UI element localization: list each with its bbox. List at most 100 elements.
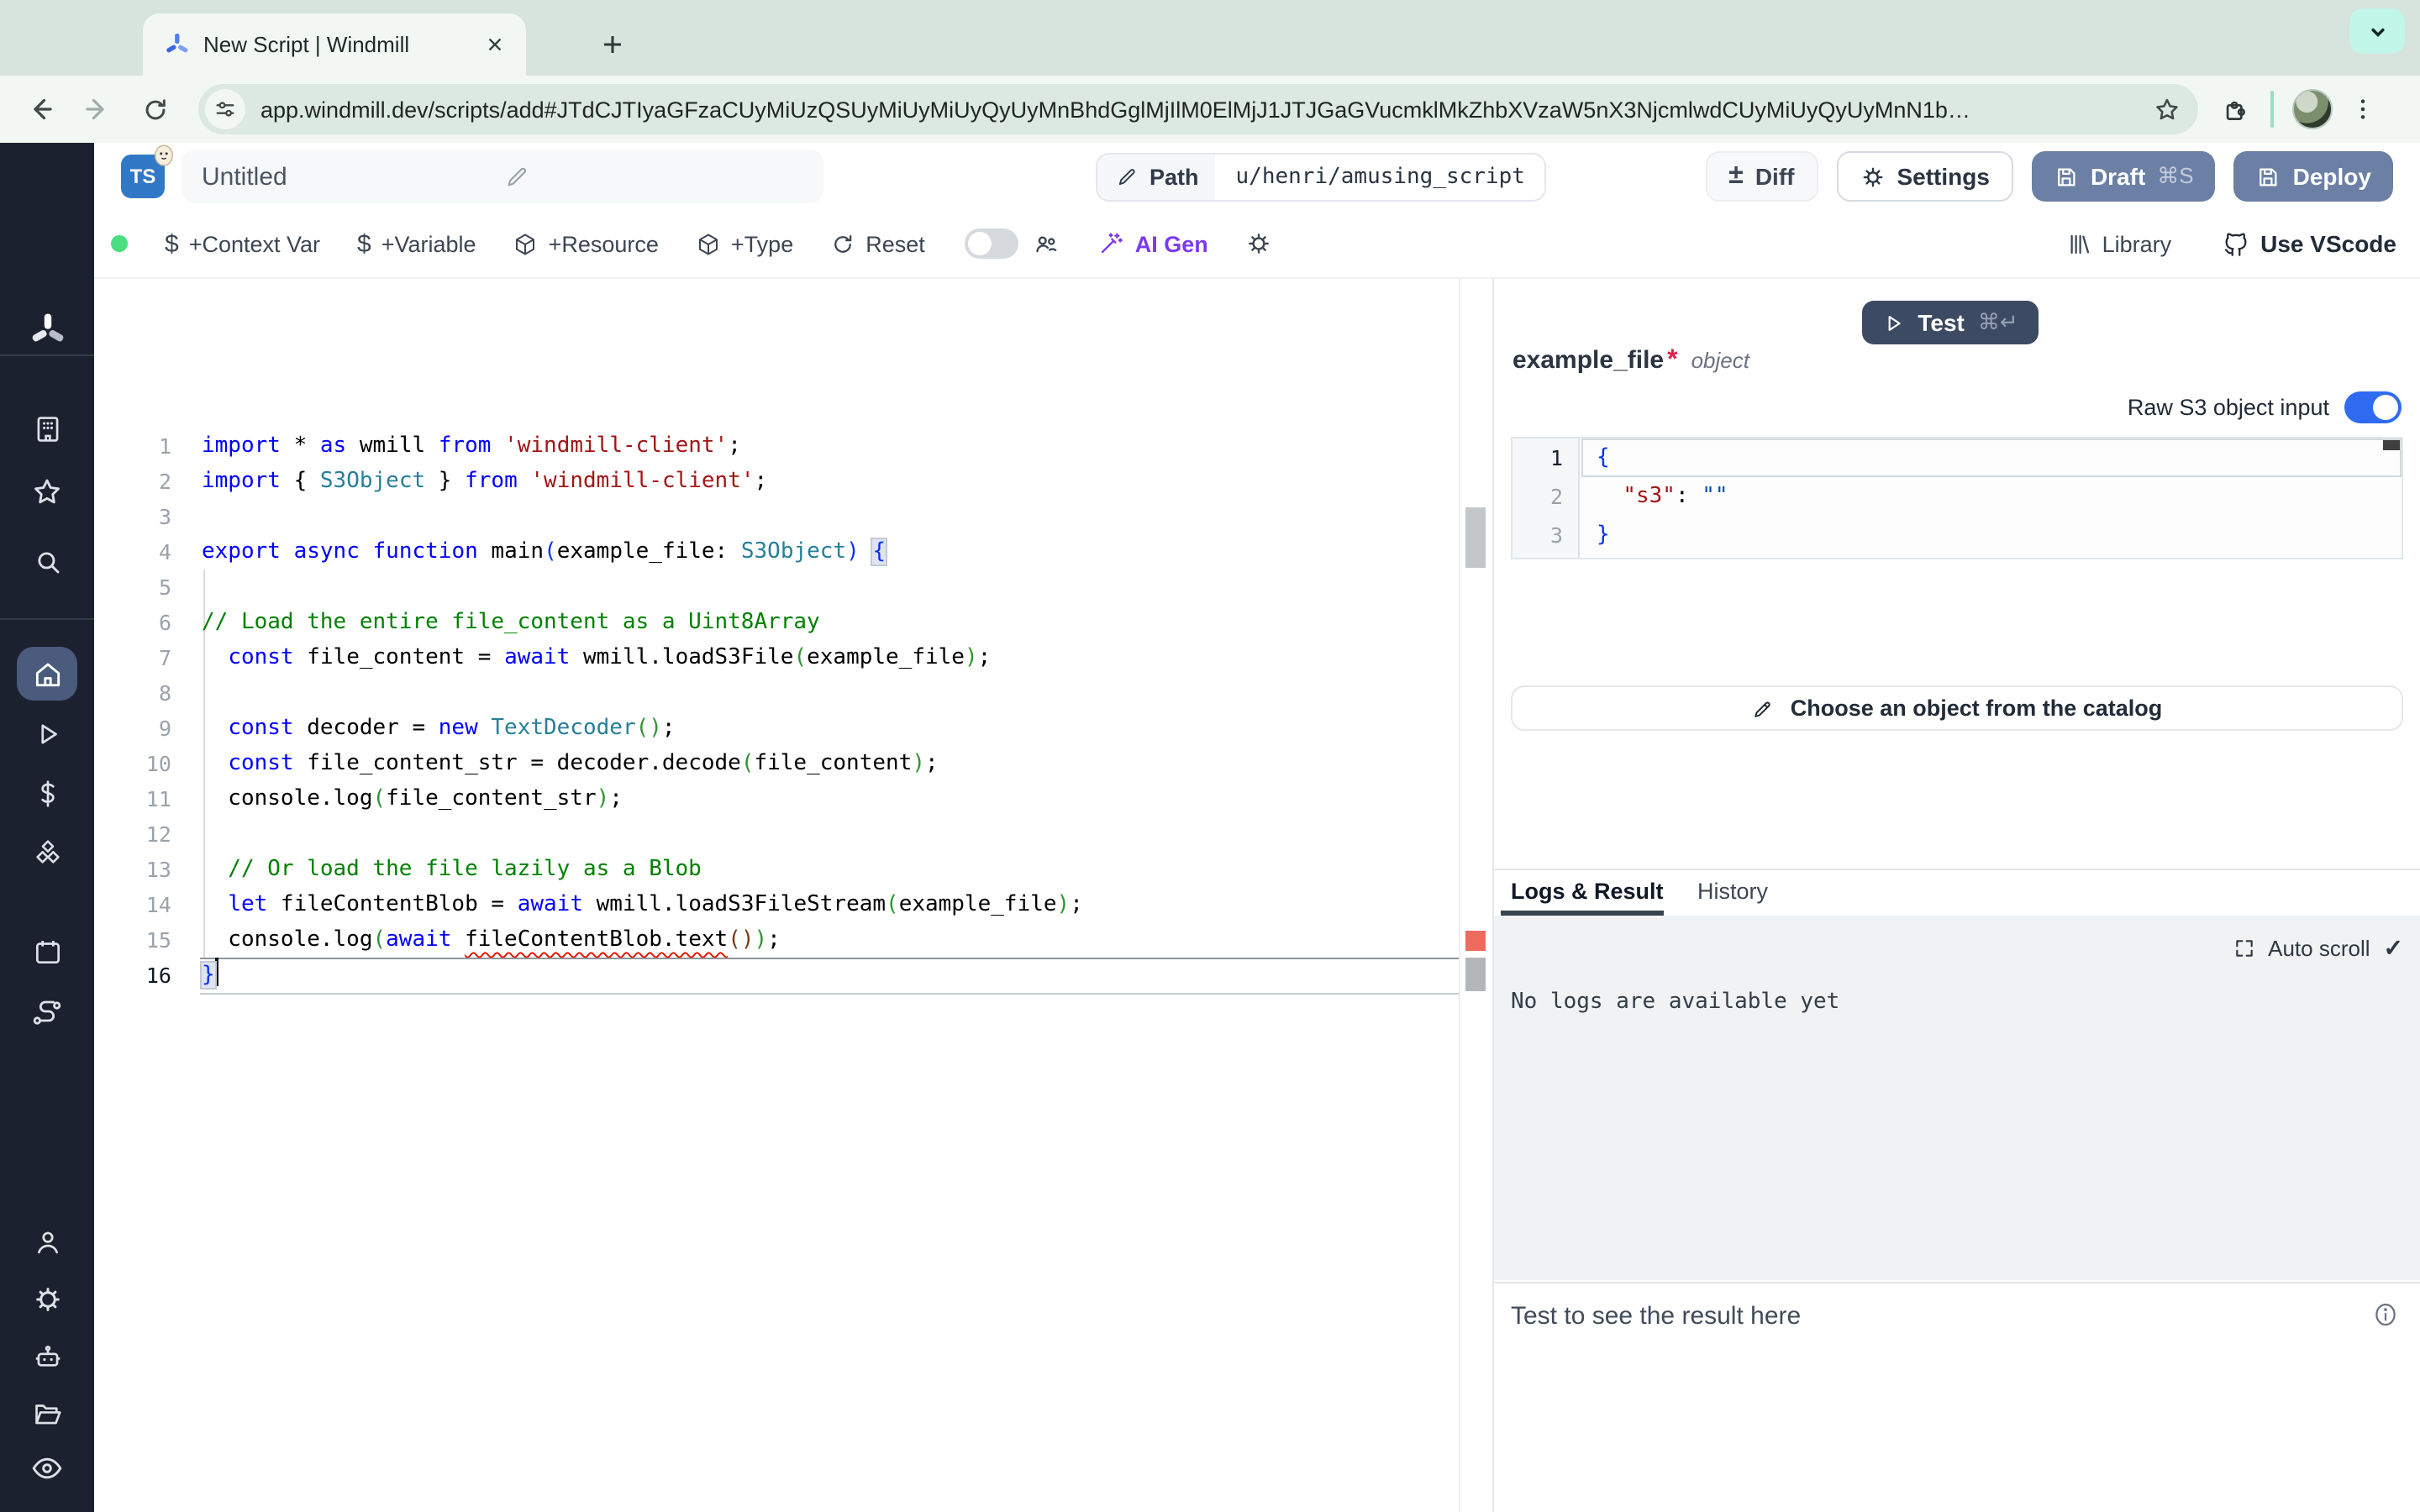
test-shortcut: ⌘↵ (1978, 309, 2018, 336)
profile-separator (2270, 91, 2274, 128)
param-name: example_file (1512, 346, 1664, 375)
screenshot-root: New Script | Windmill app.windmill.dev/s… (0, 0, 2420, 1512)
multiplayer-toggle[interactable] (965, 228, 1019, 259)
site-settings-icon[interactable] (205, 89, 245, 129)
add-type-button[interactable]: +Type (696, 231, 793, 256)
json-scrollbar-thumb[interactable] (2383, 440, 2400, 450)
text-cursor (215, 958, 218, 986)
sidebar-item-resources[interactable] (0, 828, 94, 879)
code-line[interactable]: const file_content = await wmill.loadS3F… (202, 640, 1459, 675)
dollar-icon: $ (357, 229, 371, 258)
code-line[interactable]: } (202, 958, 1459, 993)
settings-button[interactable]: Settings (1836, 151, 2012, 202)
script-title: Untitled (202, 162, 504, 191)
script-header: TS Untitled Path u/henri/amusing_script (94, 143, 2420, 210)
check-icon: ✓ (2384, 934, 2403, 963)
add-resource-button[interactable]: +Resource (513, 231, 659, 256)
tab-search-button[interactable] (2349, 8, 2405, 54)
code-line[interactable]: console.log(await fileContentBlob.text()… (202, 922, 1459, 958)
line-number: 10 (94, 746, 171, 781)
sidebar-item-variables[interactable] (0, 768, 94, 818)
tab-title: New Script | Windmill (203, 32, 479, 57)
edit-title-icon[interactable] (504, 164, 807, 189)
sidebar-item-user[interactable] (0, 1216, 94, 1267)
sidebar-item-schedules[interactable] (0, 926, 94, 976)
code-line[interactable]: // Or load the file lazily as a Blob (202, 852, 1459, 887)
scrollbar-thumb[interactable] (1465, 958, 1486, 991)
raw-s3-row: Raw S3 object input (2128, 391, 2402, 423)
sidebar-item-home[interactable] (0, 648, 94, 699)
back-icon[interactable] (17, 86, 64, 133)
code-line[interactable]: // Load the entire file_content as a Uin… (202, 605, 1459, 640)
expand-icon (2233, 937, 2254, 959)
code-line[interactable]: import { S3Object } from 'windmill-clien… (202, 464, 1459, 499)
json-line-number: 1 (1512, 438, 1563, 477)
tab-close-icon[interactable] (479, 29, 509, 60)
sidebar-item-workspace[interactable] (0, 403, 94, 454)
path-value[interactable]: u/henri/amusing_script (1216, 155, 1545, 200)
code-line[interactable]: const file_content_str = decoder.decode(… (202, 746, 1459, 781)
new-tab-icon[interactable] (592, 24, 632, 64)
code-line[interactable]: import * as wmill from 'windmill-client'… (202, 428, 1459, 464)
reload-icon[interactable] (131, 86, 178, 133)
sidebar-item-workers[interactable] (0, 1331, 94, 1381)
code-line[interactable]: export async function main(example_file:… (202, 534, 1459, 570)
editor-settings-icon[interactable] (1245, 230, 1272, 257)
code-line[interactable]: let fileContentBlob = await wmill.loadS3… (202, 887, 1459, 922)
raw-s3-toggle[interactable] (2344, 391, 2402, 423)
edit-path-icon (1116, 166, 1138, 188)
auto-scroll-control[interactable]: Auto scroll ✓ (2233, 934, 2403, 963)
diff-button[interactable]: ± Diff (1705, 151, 1818, 202)
code-editor[interactable]: 1import * as wmill from 'windmill-client… (94, 279, 1492, 1512)
extensions-icon[interactable] (2222, 95, 2250, 123)
gear-icon (1860, 164, 1885, 189)
code-line[interactable]: console.log(file_content_str); (202, 781, 1459, 816)
line-number: 5 (94, 570, 171, 605)
draft-button[interactable]: Draft ⌘S (2032, 151, 2216, 202)
scrollbar-thumb[interactable] (1465, 507, 1486, 568)
sidebar-item-runs[interactable] (0, 709, 94, 759)
reset-button[interactable]: Reset (830, 231, 925, 256)
add-variable-button[interactable]: $ +Variable (357, 229, 476, 258)
browser-tab[interactable]: New Script | Windmill (143, 13, 526, 76)
editor-scrollbar[interactable] (1459, 279, 1492, 1512)
sidebar-item-favorites[interactable] (0, 467, 94, 517)
ai-gen-label: AI Gen (1135, 231, 1208, 256)
windmill-logo-icon[interactable] (0, 306, 94, 356)
browser-avatar[interactable] (2292, 89, 2333, 129)
sidebar-item-folders[interactable] (0, 1388, 94, 1438)
required-marker: * (1667, 346, 1677, 376)
choose-object-button[interactable]: Choose an object from the catalog (1511, 685, 2403, 731)
use-vscode-button[interactable]: Use VScode (2222, 229, 2396, 258)
tab-history[interactable]: History (1697, 879, 1768, 904)
browser-menu-icon[interactable] (2349, 96, 2376, 123)
ai-gen-button[interactable]: AI Gen (1098, 230, 1208, 257)
line-number: 4 (94, 534, 171, 570)
sidebar-item-settings[interactable] (0, 1273, 94, 1324)
info-icon[interactable] (2371, 1300, 2400, 1329)
line-number: 3 (94, 499, 171, 534)
add-context-var-button[interactable]: $ +Context Var (165, 229, 320, 258)
bookmark-star-icon[interactable] (2153, 95, 2181, 123)
tab-logs-result[interactable]: Logs & Result (1511, 879, 1664, 904)
url-bar[interactable]: app.windmill.dev/scripts/add#JTdCJTIyaGF… (198, 84, 2198, 134)
json-line[interactable]: "s3": "" (1597, 477, 1728, 516)
forward-icon[interactable] (74, 86, 121, 133)
code-line[interactable]: const decoder = new TextDecoder(); (202, 711, 1459, 746)
library-button[interactable]: Library (2067, 231, 2172, 256)
url-text[interactable]: app.windmill.dev/scripts/add#JTdCJTIyaGF… (260, 97, 2143, 122)
error-squiggle: fileContentBlob.text (465, 927, 728, 953)
sidebar-item-flows[interactable] (0, 988, 94, 1038)
deploy-button[interactable]: Deploy (2234, 151, 2393, 202)
save-icon (2256, 164, 2281, 189)
multiplayer-icon (1033, 229, 1061, 258)
sidebar-item-audit-logs[interactable] (0, 1443, 94, 1494)
json-line[interactable]: { (1597, 438, 1610, 477)
path-field[interactable]: Path u/henri/amusing_script (1096, 153, 1547, 202)
search-icon[interactable] (0, 536, 94, 586)
test-button[interactable]: Test ⌘↵ (1862, 301, 2039, 344)
json-input-editor[interactable]: 1{2 "s3": ""3} (1511, 437, 2403, 559)
script-title-input[interactable]: Untitled (182, 150, 823, 203)
test-label: Test (1918, 309, 1965, 336)
json-line[interactable]: } (1597, 516, 1610, 554)
